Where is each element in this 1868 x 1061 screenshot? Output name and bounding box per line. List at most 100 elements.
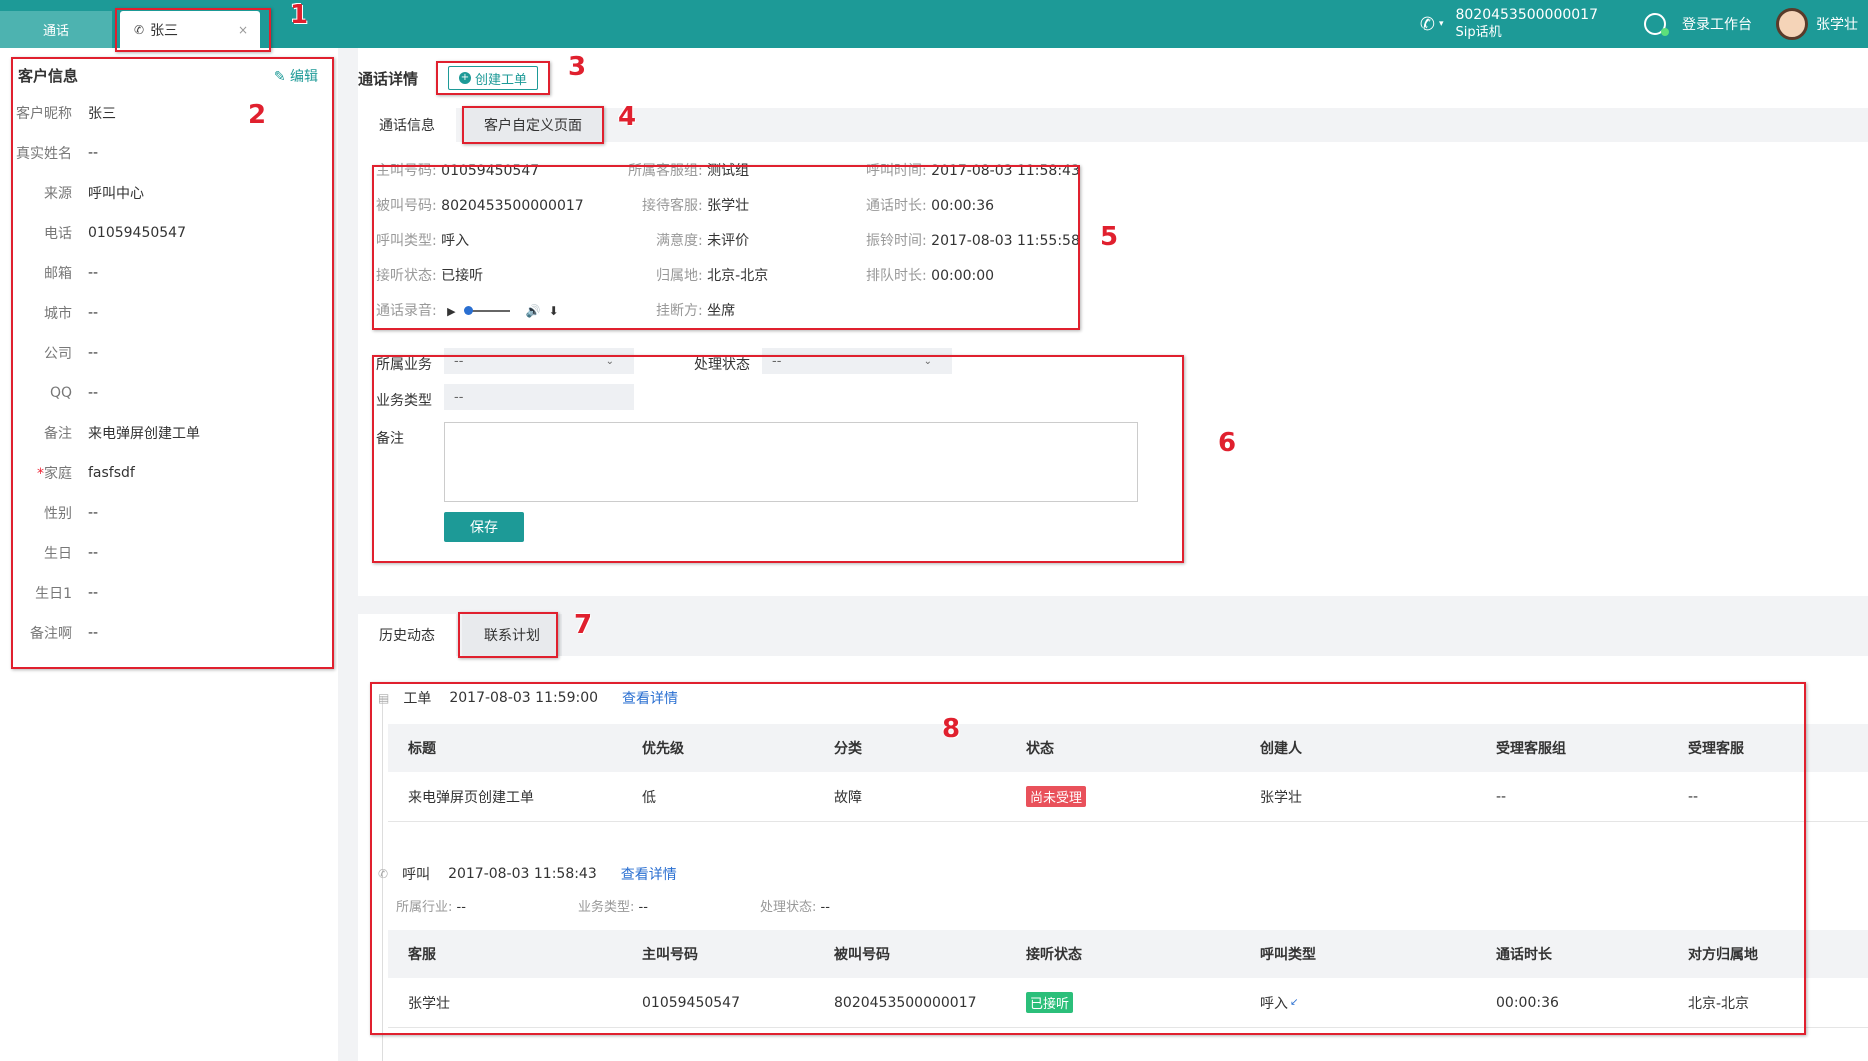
field-note2: 备注啊 -- <box>0 618 338 648</box>
download-icon[interactable]: ⬇ <box>549 304 559 318</box>
field-value: 张三 <box>88 106 116 122</box>
info-agent: 接待客服: 张学壮 <box>642 195 749 215</box>
info-duration: 通话时长: 00:00:36 <box>866 195 994 215</box>
customer-info-title: 客户信息 <box>18 67 79 85</box>
cell: 张学壮 <box>1260 789 1302 806</box>
meta-value: -- <box>638 900 648 915</box>
phone-status-icon[interactable]: ✆ <box>1420 14 1435 35</box>
cell: 故障 <box>834 789 862 806</box>
workspace-status-icon[interactable] <box>1644 13 1669 36</box>
tab-history[interactable]: 历史动态 <box>358 614 456 656</box>
field-value: -- <box>88 265 99 281</box>
info-key: 挂断方: <box>656 303 703 319</box>
business-select-value: -- <box>454 353 464 369</box>
view-detail-link[interactable]: 查看详情 <box>621 864 677 884</box>
status-badge-cell: 已接听 <box>1026 978 1074 1027</box>
required-mark: * <box>37 466 44 482</box>
top-right-area: ✆ ▾ 8020453500000017 Sip话机 登录工作台 张学壮 <box>1420 0 1868 48</box>
info-satisfaction: 满意度: 未评价 <box>656 230 749 250</box>
sip-info: 8020453500000017 Sip话机 <box>1455 6 1598 42</box>
plus-icon: + <box>459 72 471 84</box>
col-header: 标题 <box>408 741 436 757</box>
col-header: 状态 <box>1026 741 1054 757</box>
field-key: 性别 <box>44 506 72 522</box>
info-key: 被叫号码: <box>376 198 437 214</box>
field-note: 备注 来电弹屏创建工单 <box>0 418 338 448</box>
status-select[interactable]: -- ⌄ <box>762 348 952 374</box>
chevron-down-icon[interactable]: ▾ <box>1439 19 1444 29</box>
event-type: 呼叫 <box>402 867 431 883</box>
field-source: 来源 呼叫中心 <box>0 178 338 208</box>
field-value: -- <box>88 545 99 561</box>
info-value: 已接听 <box>441 268 484 284</box>
field-key: 公司 <box>44 346 72 362</box>
tab-call-info[interactable]: 通话信息 <box>358 108 456 142</box>
cell: 呼入 ↙ <box>1260 978 1298 1027</box>
info-ringtime: 振铃时间: 2017-08-03 11:55:58 <box>866 230 1080 250</box>
audio-progress-slider[interactable] <box>463 306 510 315</box>
field-value: 01059450547 <box>88 225 186 241</box>
tab-call[interactable]: 通话 <box>0 11 112 48</box>
col-header: 主叫号码 <box>642 947 698 963</box>
save-button[interactable]: 保存 <box>444 512 524 542</box>
info-key: 振铃时间: <box>866 233 927 249</box>
status-badge-cell: 尚未受理 <box>1026 772 1087 821</box>
table-row[interactable]: 来电弹屏页创建工单 低 故障 尚未受理 张学壮 -- -- <box>388 772 1868 822</box>
table-row[interactable]: 张学壮 01059450547 8020453500000017 已接听 呼入 ↙… <box>388 978 1868 1028</box>
info-callee: 被叫号码: 8020453500000017 <box>376 195 584 215</box>
call-event-header: ✆ 呼叫 2017-08-03 11:58:43 查看详情 <box>378 864 677 884</box>
username[interactable]: 张学壮 <box>1816 14 1858 34</box>
annotation-number-1: 1 <box>290 0 309 30</box>
field-key: 城市 <box>44 306 72 322</box>
info-group: 所属客服组: 测试组 <box>628 160 749 180</box>
info-key: 归属地: <box>656 268 703 284</box>
field-realname: 真实姓名 -- <box>0 138 338 168</box>
meta-value: -- <box>456 900 466 915</box>
field-value: fasfsdf <box>88 465 135 481</box>
sip-device: Sip话机 <box>1455 25 1502 40</box>
col-header: 创建人 <box>1260 741 1302 757</box>
field-key: 生日1 <box>35 586 72 602</box>
info-key: 呼叫类型: <box>376 233 437 249</box>
meta-industry: 所属行业: -- <box>396 896 466 915</box>
field-gender: 性别 -- <box>0 498 338 528</box>
tab-customer-zhangsan[interactable]: ✆ 张三 × <box>120 11 260 48</box>
info-key: 通话时长: <box>866 198 927 214</box>
field-birthday: 生日 -- <box>0 538 338 568</box>
field-key: 电话 <box>44 226 72 242</box>
annotation-number-8: 8 <box>942 714 961 744</box>
call-type-value: 呼入 <box>1260 995 1288 1012</box>
annotation-number-7: 7 <box>574 610 593 640</box>
avatar[interactable] <box>1776 8 1808 40</box>
tab-contact-plan[interactable]: 联系计划 <box>462 614 562 656</box>
col-header: 被叫号码 <box>834 947 890 963</box>
note-textarea[interactable] <box>444 422 1138 502</box>
ticket-event-header: ▤ 工单 2017-08-03 11:59:00 查看详情 <box>378 688 678 708</box>
play-icon[interactable]: ▶ <box>447 305 455 318</box>
field-value: -- <box>88 385 99 401</box>
field-value: -- <box>88 345 99 361</box>
info-value: 00:00:36 <box>931 198 995 214</box>
create-ticket-button[interactable]: + 创建工单 <box>448 66 539 90</box>
volume-icon[interactable]: 🔊 <box>526 304 541 318</box>
col-header: 客服 <box>408 947 436 963</box>
business-type-value: -- <box>454 389 464 405</box>
info-value: 北京-北京 <box>707 268 769 284</box>
workspace-login-link[interactable]: 登录工作台 <box>1682 14 1752 34</box>
business-select[interactable]: -- ⌄ <box>444 348 634 374</box>
info-caller: 主叫号码: 01059450547 <box>376 160 539 180</box>
view-detail-link[interactable]: 查看详情 <box>622 688 678 708</box>
business-type-field[interactable]: -- <box>444 384 634 410</box>
col-header: 受理客服 <box>1688 741 1744 757</box>
annotation-number-2: 2 <box>248 100 267 130</box>
field-key: QQ <box>49 385 72 401</box>
top-bar: 通话 ✆ 张三 × ✆ ▾ 8020453500000017 Sip话机 登录工… <box>0 0 1868 48</box>
edit-button[interactable]: ✎ 编辑 <box>274 66 318 86</box>
field-key: *家庭 <box>0 463 88 483</box>
tab-custom-page[interactable]: 客户自定义页面 <box>464 108 602 142</box>
col-header: 通话时长 <box>1496 947 1552 963</box>
close-icon[interactable]: × <box>238 23 248 37</box>
detail-tabs: 通话信息 客户自定义页面 <box>358 108 1868 142</box>
history-panel: 历史动态 联系计划 ▤ 工单 2017-08-03 11:59:00 查看详情 … <box>358 614 1868 1061</box>
tab-customer-label: 张三 <box>150 22 179 39</box>
